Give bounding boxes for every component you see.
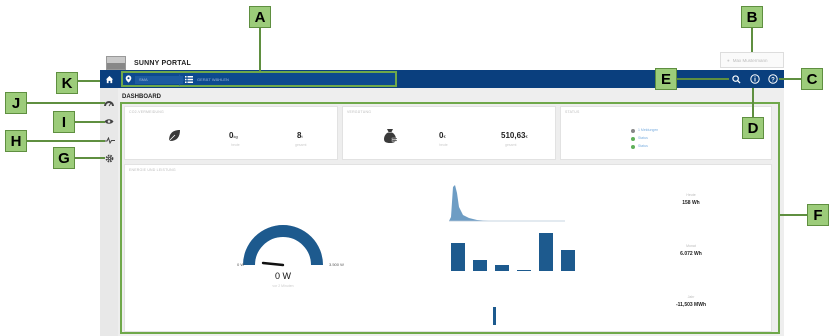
callout-g-line <box>75 157 105 159</box>
stat-month-label: Monat <box>686 244 696 248</box>
home-icon <box>105 75 113 83</box>
revenue-total-value: 510,63€ <box>501 131 528 140</box>
callout-a-line <box>259 28 261 71</box>
energy-bar <box>561 250 575 271</box>
location-pin-icon <box>125 75 132 83</box>
revenue-today-label: heute <box>439 143 448 147</box>
callout-i: I <box>53 111 75 133</box>
energy-card: ENERGIE UND LEISTUNG 0 W 3.500 W 0 W vor… <box>124 164 772 332</box>
eye-icon <box>104 118 114 124</box>
energy-bar <box>495 265 509 271</box>
power-area <box>449 185 489 221</box>
energy-bar <box>539 233 553 271</box>
callout-b-line <box>751 28 753 52</box>
callout-g: G <box>53 147 75 169</box>
stat-today-value: 158 Wh <box>682 200 700 206</box>
status-card: STATUS 1 Meldungen Status Status <box>560 106 772 160</box>
breadcrumb-device-select[interactable]: GERÄT WÄHLEN <box>197 76 229 84</box>
gauge-fill <box>243 225 323 266</box>
co2-card-title: CO2-VERMEIDUNG <box>129 110 164 114</box>
callout-d: D <box>742 117 764 139</box>
help-button[interactable]: ? <box>767 73 779 85</box>
callout-h-line <box>27 140 105 142</box>
revenue-today-unit: € <box>443 134 446 139</box>
co2-total-unit: t <box>301 134 303 139</box>
status-card-title: STATUS <box>565 110 580 114</box>
revenue-total-unit: € <box>525 134 528 139</box>
revenue-card: VERGÜTUNG 0€ heute 510,63€ gesamt <box>342 106 556 160</box>
svg-text:?: ? <box>771 77 775 83</box>
callout-e-line <box>677 78 729 80</box>
user-name: Max Mustermann <box>732 57 768 63</box>
ok-status-icon <box>631 137 635 141</box>
gauge-max-label: 3.500 W <box>329 262 344 267</box>
revenue-card-title: VERGÜTUNG <box>347 110 372 114</box>
yearly-energy-chart <box>493 307 496 325</box>
status-link-1[interactable]: Status <box>638 136 648 140</box>
gauge-min-label: 0 W <box>237 262 245 267</box>
gauge-needle <box>261 261 285 267</box>
status-link-messages[interactable]: 1 Meldungen <box>638 128 658 132</box>
speedometer-icon <box>104 101 114 107</box>
breadcrumb: SMA GERÄT WÄHLEN <box>121 71 397 87</box>
energy-bar <box>451 243 465 271</box>
co2-card: CO2-VERMEIDUNG 0kg heute 8t gesamt <box>124 106 338 160</box>
info-button[interactable] <box>749 73 761 85</box>
pulse-icon <box>103 136 115 144</box>
energy-bar <box>517 270 531 271</box>
stat-today-label: Heute <box>686 193 696 197</box>
callout-a: A <box>249 6 271 28</box>
callout-h: H <box>5 130 27 152</box>
callout-f-line <box>780 214 807 216</box>
daily-power-chart <box>449 185 565 222</box>
energy-bar <box>473 260 487 271</box>
page-title: DASHBOARD <box>122 94 161 100</box>
callout-f: F <box>807 204 829 226</box>
energy-card-title: ENERGIE UND LEISTUNG <box>129 168 176 172</box>
money-bag-icon <box>384 129 397 143</box>
stat-year-label: Jahr <box>687 295 695 299</box>
callout-c-line <box>779 78 801 80</box>
stat-year-value: -11,503 MWh <box>675 302 706 308</box>
callout-j: J <box>5 92 27 114</box>
callout-k-line <box>78 80 100 82</box>
co2-total-label: gesamt <box>295 143 307 147</box>
co2-today-value: 0kg <box>229 131 238 140</box>
user-icon: ● <box>727 57 730 63</box>
app-brand: SUNNY PORTAL <box>134 60 191 67</box>
search-icon <box>731 74 741 84</box>
callout-k: K <box>56 72 78 94</box>
search-button[interactable] <box>730 73 742 85</box>
stat-month-value: 6.072 Wh <box>680 251 702 257</box>
ok-status-icon <box>631 145 635 149</box>
callout-i-line <box>75 121 105 123</box>
monthly-energy-chart <box>451 233 575 271</box>
yearly-energy-bar <box>493 307 496 325</box>
message-status-icon <box>631 129 635 133</box>
gauge-value: 0 W <box>274 271 291 281</box>
user-menu-button[interactable]: ● Max Mustermann <box>720 52 784 68</box>
leaf-icon <box>168 130 180 142</box>
callout-e: E <box>655 68 677 90</box>
breadcrumb-separator <box>179 74 184 86</box>
sma-logo <box>106 56 126 70</box>
list-icon <box>185 76 193 83</box>
callout-j-line <box>27 102 105 104</box>
revenue-total-label: gesamt <box>505 143 517 147</box>
co2-today-unit: kg <box>233 134 238 139</box>
power-gauge <box>243 225 323 267</box>
info-icon <box>750 74 760 84</box>
help-icon: ? <box>768 74 778 84</box>
co2-total-value: 8t <box>297 131 303 140</box>
callout-b: B <box>741 6 763 28</box>
gauge-timestamp: vor 2 Minuten <box>272 284 294 288</box>
status-link-2[interactable]: Status <box>638 144 648 148</box>
callout-d-line <box>752 88 754 117</box>
home-button[interactable] <box>100 70 118 88</box>
callout-c: C <box>801 68 823 90</box>
breadcrumb-plant[interactable]: SMA <box>135 76 183 84</box>
gear-icon <box>105 154 113 162</box>
revenue-today-value: 0€ <box>439 131 446 140</box>
co2-today-label: heute <box>231 143 240 147</box>
